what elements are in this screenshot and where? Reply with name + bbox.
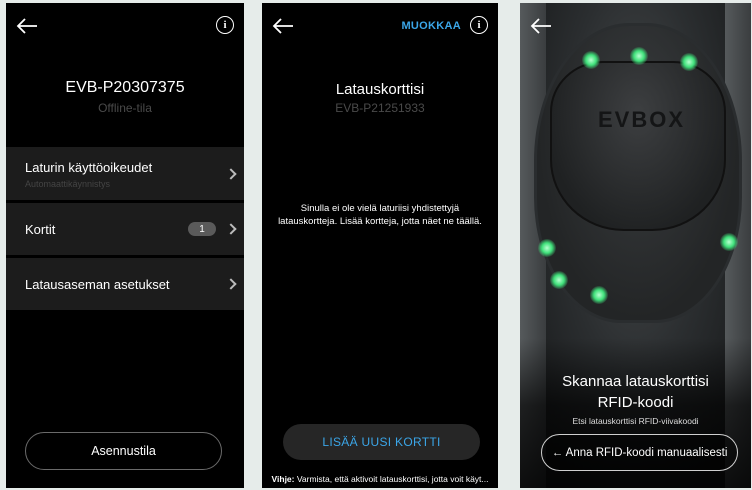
status-led <box>720 233 738 251</box>
page-title: Latauskorttisi <box>335 81 425 98</box>
empty-state-message: Sinulla ei ole vielä laturiisi yhdistett… <box>278 203 482 227</box>
install-mode-button[interactable]: Asennustila <box>25 432 222 470</box>
charger-permissions-row[interactable]: Laturin käyttöoikeudet Automaattikäynnis… <box>6 147 244 200</box>
hint-text: Vihje: Varmista, että aktivoit latauskor… <box>262 474 498 484</box>
rfid-scan-screen: EVBOX Skannaa latauskorttisi RFID-koodi … <box>520 3 751 488</box>
row-label: Latausaseman asetukset <box>25 277 170 292</box>
scan-title-line1: Skannaa latauskorttisi <box>562 373 709 390</box>
back-arrow-icon[interactable] <box>530 17 552 35</box>
status-led <box>550 271 568 289</box>
enter-rfid-manually-button[interactable]: ← Anna RFID-koodi manuaalisesti <box>541 434 738 471</box>
status-led <box>590 286 608 304</box>
charger-settings-screen: i EVB-P20307375 Offline-tila Laturin käy… <box>6 3 244 488</box>
offline-status: Offline-tila <box>98 101 152 115</box>
row-label: Kortit <box>25 222 56 237</box>
chevron-right-icon <box>225 168 237 180</box>
station-settings-row[interactable]: Latausaseman asetukset <box>6 258 244 310</box>
edit-button[interactable]: MUOKKAA <box>401 20 461 32</box>
info-icon[interactable]: i <box>470 16 488 34</box>
hint-label: Vihje: <box>271 474 295 484</box>
back-arrow-icon[interactable] <box>272 17 294 35</box>
station-id: EVB-P20307375 <box>65 79 185 96</box>
hint-body: Varmista, että aktivoit latauskorttisi, … <box>294 474 489 484</box>
cards-row[interactable]: Kortit 1 <box>6 203 244 255</box>
add-new-card-button[interactable]: LISÄÄ UUSI KORTTI <box>283 424 480 460</box>
chevron-right-icon <box>225 278 237 290</box>
status-led <box>538 239 556 257</box>
scan-title-line2: RFID-koodi <box>597 394 674 411</box>
scan-subtitle: Etsi latauskorttisi RFID-viivakoodi <box>572 416 699 426</box>
status-led <box>582 51 600 69</box>
card-count-badge: 1 <box>188 222 216 236</box>
info-icon[interactable]: i <box>216 16 234 34</box>
scan-title: Skannaa latauskorttisi RFID-koodi <box>520 371 751 413</box>
status-led <box>630 47 648 65</box>
row-label: Laturin käyttöoikeudet <box>25 160 153 175</box>
charging-cards-screen: MUOKKAA i Latauskorttisi EVB-P21251933 S… <box>262 3 498 488</box>
station-id: EVB-P21251933 <box>335 101 425 115</box>
row-description: Automaattikäynnistys <box>25 179 111 189</box>
back-arrow-icon[interactable] <box>16 17 38 35</box>
status-led <box>680 53 698 71</box>
charger-socket-lid <box>550 61 726 231</box>
chevron-right-icon <box>225 223 237 235</box>
charger-brand-logo: EVBOX <box>598 107 686 132</box>
